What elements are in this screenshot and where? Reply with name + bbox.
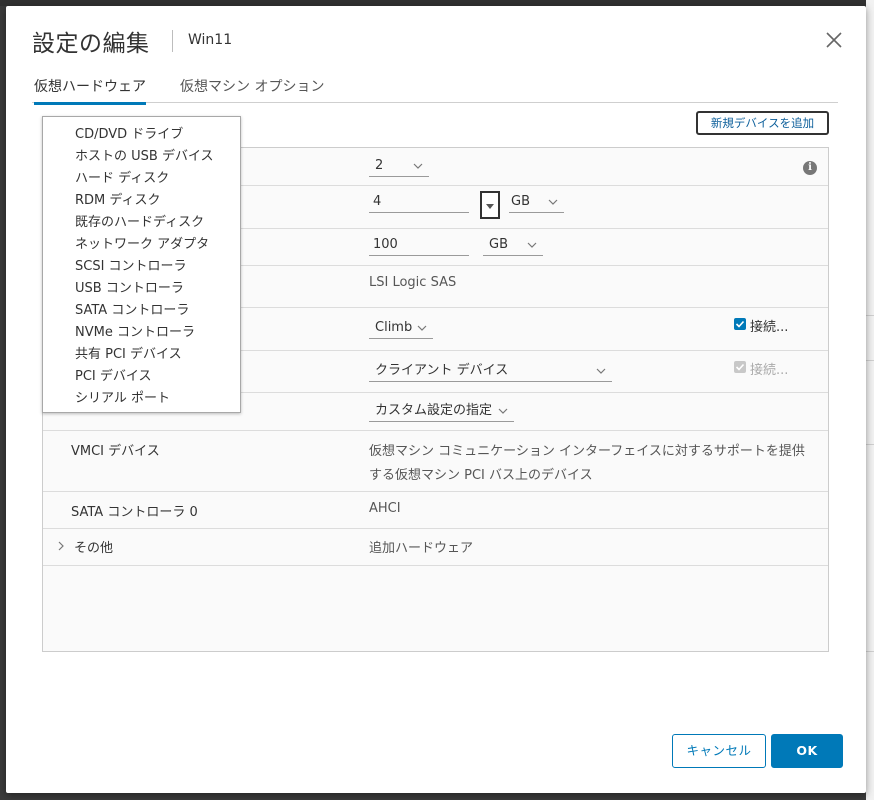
chevron-down-icon [596, 360, 606, 391]
sata-value: AHCI [369, 501, 401, 516]
chevron-down-icon [548, 191, 558, 222]
video-value: カスタム設定の指定 [375, 403, 493, 418]
menu-item-existing-hard-disk[interactable]: 既存のハードディスク [75, 211, 204, 230]
menu-item-cd-dvd-drive[interactable]: CD/DVD ドライブ [75, 123, 183, 142]
network-select[interactable]: Climb [369, 317, 433, 339]
menu-item-usb-controller[interactable]: USB コントローラ [75, 277, 184, 296]
harddisk-unit-select[interactable]: GB [483, 234, 543, 256]
info-icon[interactable]: i [803, 161, 817, 175]
cd-value: クライアント デバイス [375, 363, 509, 378]
close-icon[interactable] [824, 30, 844, 50]
cd-select[interactable]: クライアント デバイス [369, 360, 612, 382]
vmci-label: VMCI デバイス [71, 444, 160, 459]
network-connect-checkbox[interactable] [734, 318, 746, 330]
memory-unit: GB [511, 194, 530, 209]
background-page [866, 0, 874, 800]
vmci-description-line2: する仮想マシン PCI バス上のデバイス [369, 468, 593, 483]
video-select[interactable]: カスタム設定の指定 [369, 400, 514, 422]
cd-connect-label: 接続... [750, 363, 789, 378]
harddisk-size-input[interactable]: 100 [369, 234, 469, 256]
row-other[interactable]: その他 追加ハードウェア [43, 528, 828, 566]
menu-item-pci-device[interactable]: PCI デバイス [75, 365, 152, 384]
add-device-menu: CD/DVD ドライブ ホストの USB デバイス ハード ディスク RDM デ… [42, 116, 241, 413]
dialog-title: 設定の編集 [32, 31, 150, 57]
row-sata-controller: SATA コントローラ 0 AHCI [43, 491, 828, 529]
menu-item-hard-disk[interactable]: ハード ディスク [75, 167, 169, 186]
ok-button[interactable]: OK [771, 734, 843, 768]
caret-down-icon [486, 204, 494, 209]
network-connect-label: 接続... [750, 320, 789, 335]
cpu-select[interactable]: 2 [369, 155, 429, 177]
row-vmci-device: VMCI デバイス 仮想マシン コミュニケーション インターフェイスに対するサポ… [43, 430, 828, 492]
memory-dropdown-toggle[interactable] [480, 191, 500, 219]
tab-virtual-hardware[interactable]: 仮想ハードウェア [34, 76, 146, 105]
cd-connect-checkbox[interactable] [734, 361, 746, 373]
add-new-device-button[interactable]: 新規デバイスを追加 [696, 111, 829, 135]
edit-settings-dialog: 設定の編集 Win11 仮想ハードウェア 仮想マシン オプション 新規デバイスを… [6, 6, 866, 793]
menu-item-serial-port[interactable]: シリアル ポート [75, 387, 170, 406]
sata-label: SATA コントローラ 0 [71, 505, 198, 520]
menu-item-host-usb-device[interactable]: ホストの USB デバイス [75, 145, 214, 164]
network-value: Climb [375, 320, 413, 335]
menu-item-rdm-disk[interactable]: RDM ディスク [75, 189, 160, 208]
tab-vm-options[interactable]: 仮想マシン オプション [180, 76, 324, 102]
harddisk-unit: GB [489, 237, 508, 252]
menu-item-sata-controller[interactable]: SATA コントローラ [75, 299, 189, 318]
chevron-down-icon [527, 234, 537, 265]
memory-unit-select[interactable]: GB [509, 191, 564, 213]
tab-bar: 仮想ハードウェア 仮想マシン オプション [32, 76, 838, 105]
menu-item-network-adapter[interactable]: ネットワーク アダプタ [75, 233, 209, 252]
chevron-down-icon [413, 155, 423, 186]
other-label: その他 [74, 541, 114, 556]
title-divider [172, 30, 173, 52]
chevron-right-icon[interactable] [57, 540, 65, 555]
vmci-description-line1: 仮想マシン コミュニケーション インターフェイスに対するサポートを提供 [369, 444, 805, 459]
menu-item-nvme-controller[interactable]: NVMe コントローラ [75, 321, 195, 340]
memory-input[interactable]: 4 [369, 191, 469, 213]
chevron-down-icon [498, 400, 508, 431]
dialog-subtitle: Win11 [188, 32, 233, 48]
cpu-value: 2 [375, 158, 384, 173]
chevron-down-icon [417, 317, 427, 348]
menu-item-shared-pci-device[interactable]: 共有 PCI デバイス [75, 343, 182, 362]
menu-item-scsi-controller[interactable]: SCSI コントローラ [75, 255, 187, 274]
cancel-button[interactable]: キャンセル [672, 734, 766, 768]
other-value: 追加ハードウェア [369, 541, 474, 556]
scsi-value: LSI Logic SAS [369, 275, 457, 290]
